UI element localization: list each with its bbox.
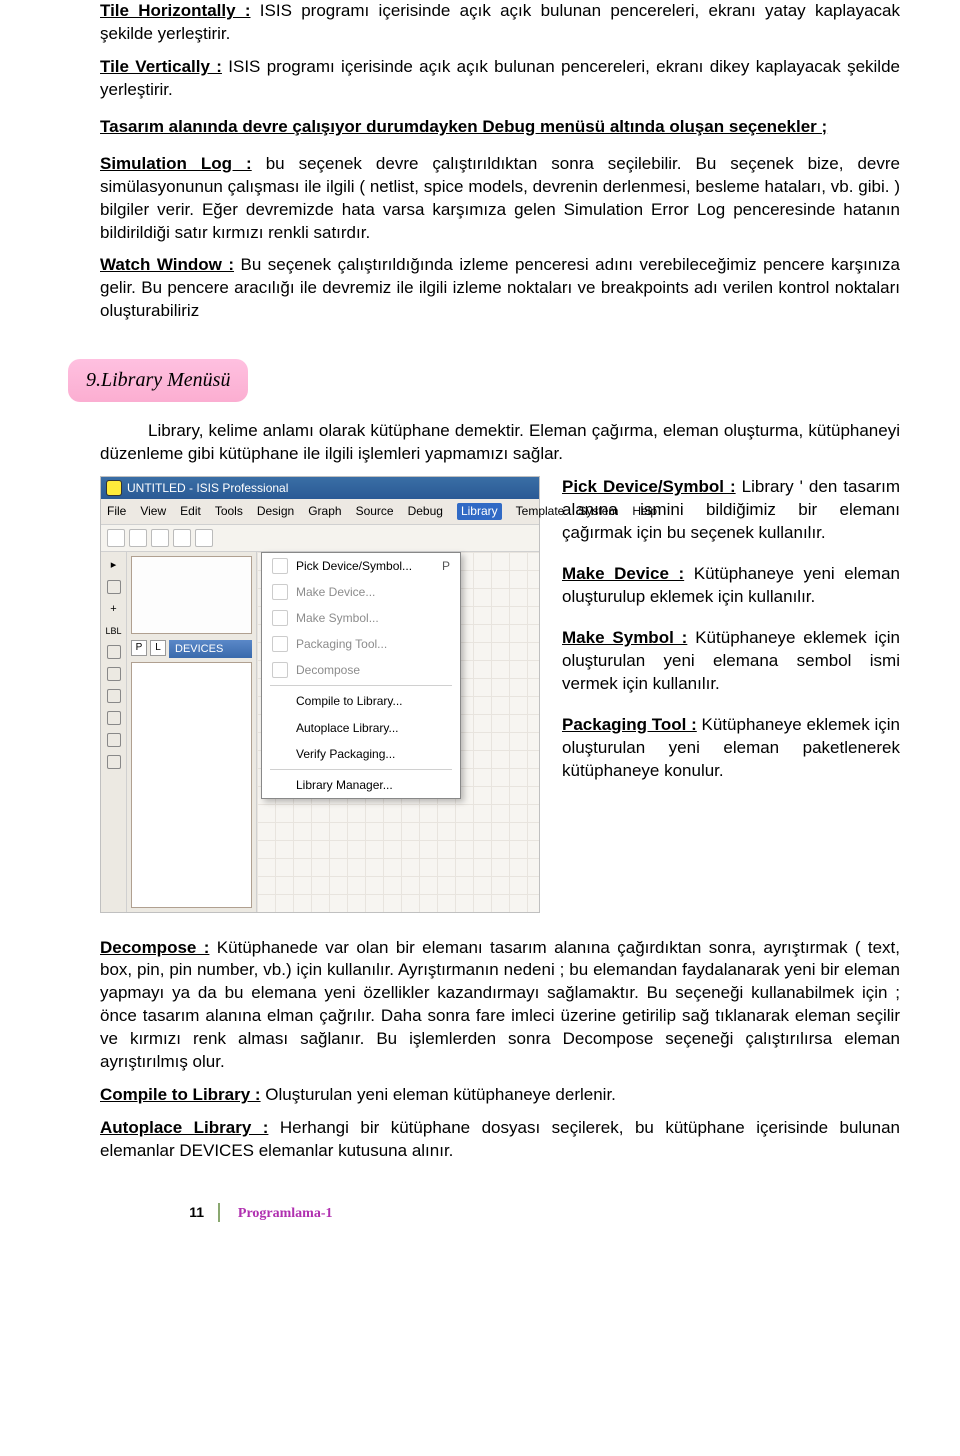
menu-separator — [270, 769, 452, 770]
toolbar-button[interactable] — [195, 529, 213, 547]
paragraph-autoplace-library: Autoplace Library : Herhangi bir kütüpha… — [100, 1117, 900, 1163]
menu-separator — [270, 685, 452, 686]
toolbar-button[interactable] — [129, 529, 147, 547]
menuitem-label: Autoplace Library... — [296, 720, 399, 736]
menu-view[interactable]: View — [140, 503, 166, 519]
menuitem-label: Make Device... — [296, 584, 375, 600]
menuitem-autoplace-library[interactable]: Autoplace Library... — [262, 715, 460, 741]
toolbar-button[interactable] — [151, 529, 169, 547]
menuitem-compile-to-library[interactable]: Compile to Library... — [262, 688, 460, 714]
page-number: 11 — [180, 1203, 220, 1222]
lbl-icon[interactable]: LBL — [105, 625, 121, 637]
pick-device-icon — [272, 558, 288, 574]
term-pick-device: Pick Device/Symbol : — [562, 477, 736, 496]
menu-library[interactable]: Library — [457, 503, 502, 519]
term-autoplace-library: Autoplace Library : — [100, 1118, 268, 1137]
library-dropdown: Pick Device/Symbol... P Make Device... M… — [261, 552, 461, 800]
toolbar — [101, 525, 539, 552]
term-make-device: Make Device : — [562, 564, 684, 583]
menuitem-label: Library Manager... — [296, 777, 393, 793]
tool-icon[interactable] — [107, 755, 121, 769]
tool-icon[interactable] — [107, 711, 121, 725]
paragraph-tile-vertically: Tile Vertically : ISIS programı içerisin… — [100, 56, 900, 102]
desc-decompose: Kütüphanede var olan bir elemanı tasarım… — [100, 938, 900, 1072]
menu-bar[interactable]: File View Edit Tools Design Graph Source… — [101, 499, 539, 524]
menu-debug[interactable]: Debug — [408, 503, 443, 519]
term-make-symbol: Make Symbol : — [562, 628, 687, 647]
toolbar-button[interactable] — [107, 529, 125, 547]
pick-button[interactable]: P — [131, 640, 147, 656]
menuitem-decompose[interactable]: Decompose — [262, 657, 460, 683]
section-header-library: 9.Library Menüsü — [68, 359, 248, 402]
paragraph-tile-horizontally: Tile Horizontally : ISIS programı içeris… — [100, 0, 900, 46]
menuitem-label: Decompose — [296, 662, 360, 678]
devices-header: DEVICES — [169, 640, 252, 659]
menuitem-verify-packaging[interactable]: Verify Packaging... — [262, 741, 460, 767]
menuitem-label: Packaging Tool... — [296, 636, 387, 652]
isis-logo-icon — [107, 481, 121, 495]
menuitem-make-device[interactable]: Make Device... — [262, 579, 460, 605]
toolbar-button[interactable] — [173, 529, 191, 547]
menu-graph[interactable]: Graph — [308, 503, 341, 519]
term-simulation-log: Simulation Log : — [100, 154, 252, 173]
decompose-icon — [272, 662, 288, 678]
menuitem-label: Make Symbol... — [296, 610, 379, 626]
menu-file[interactable]: File — [107, 503, 126, 519]
object-selector: P L DEVICES — [127, 552, 257, 912]
paragraph-compile-to-library: Compile to Library : Oluşturulan yeni el… — [100, 1084, 900, 1107]
tool-icon[interactable] — [107, 645, 121, 659]
tool-palette: ▸ + LBL — [101, 552, 127, 912]
paragraph-debug-intro: Tasarım alanında devre çalışıyor durumda… — [100, 116, 900, 139]
term-tile-horizontally: Tile Horizontally : — [100, 1, 251, 20]
menuitem-pick-device[interactable]: Pick Device/Symbol... P — [262, 553, 460, 579]
menuitem-label: Pick Device/Symbol... — [296, 558, 412, 574]
menu-tools[interactable]: Tools — [215, 503, 243, 519]
menuitem-label: Compile to Library... — [296, 693, 402, 709]
menuitem-make-symbol[interactable]: Make Symbol... — [262, 605, 460, 631]
term-packaging-tool: Packaging Tool : — [562, 715, 697, 734]
tool-icon[interactable] — [107, 667, 121, 681]
term-decompose: Decompose : — [100, 938, 209, 957]
paragraph-decompose: Decompose : Kütüphanede var olan bir ele… — [100, 937, 900, 1075]
shortcut-key: P — [442, 558, 450, 574]
menuitem-label: Verify Packaging... — [296, 746, 395, 762]
make-device-icon — [272, 584, 288, 600]
design-canvas[interactable]: Pick Device/Symbol... P Make Device... M… — [257, 552, 539, 912]
footer-text: Programlama-1 — [238, 1206, 333, 1221]
plus-icon[interactable]: + — [110, 602, 116, 617]
packaging-tool-icon — [272, 636, 288, 652]
menu-source[interactable]: Source — [356, 503, 394, 519]
debug-intro-text: Tasarım alanında devre çalışıyor durumda… — [100, 117, 827, 136]
tool-icon[interactable] — [107, 689, 121, 703]
make-symbol-icon — [272, 610, 288, 626]
window-title: UNTITLED - ISIS Professional — [127, 480, 288, 496]
menu-edit[interactable]: Edit — [180, 503, 201, 519]
term-tile-vertically: Tile Vertically : — [100, 57, 222, 76]
page-footer: 11 Programlama-1 — [100, 1203, 900, 1224]
component-icon[interactable] — [107, 580, 121, 594]
paragraph-watch-window: Watch Window : Bu seçenek çalıştırıldığı… — [100, 254, 900, 323]
term-watch-window: Watch Window : — [100, 255, 234, 274]
menuitem-library-manager[interactable]: Library Manager... — [262, 772, 460, 798]
tool-icon[interactable] — [107, 733, 121, 747]
window-titlebar: UNTITLED - ISIS Professional — [101, 477, 539, 499]
preview-pane — [131, 556, 252, 634]
menu-template[interactable]: Template — [516, 503, 565, 519]
menu-design[interactable]: Design — [257, 503, 294, 519]
devices-list[interactable] — [131, 662, 252, 907]
library-button[interactable]: L — [150, 640, 166, 656]
cursor-icon[interactable]: ▸ — [111, 558, 117, 573]
paragraph-simulation-log: Simulation Log : bu seçenek devre çalışt… — [100, 153, 900, 245]
desc-compile-to-library: Oluşturulan yeni eleman kütüphaneye derl… — [261, 1085, 616, 1104]
isis-screenshot: UNTITLED - ISIS Professional File View E… — [100, 476, 540, 912]
term-compile-to-library: Compile to Library : — [100, 1085, 261, 1104]
paragraph-library-intro: Library, kelime anlamı olarak kütüphane … — [100, 420, 900, 466]
menuitem-packaging-tool[interactable]: Packaging Tool... — [262, 631, 460, 657]
